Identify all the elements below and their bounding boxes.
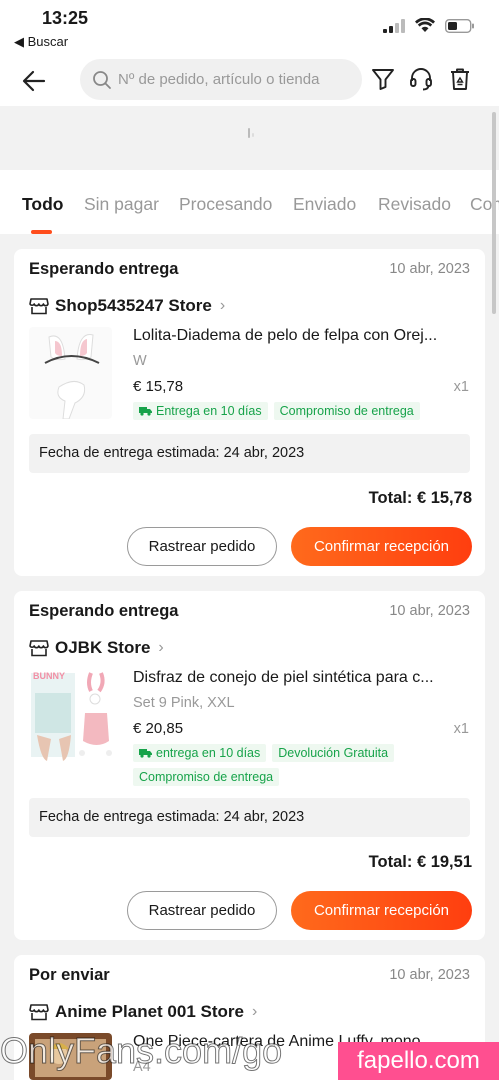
product-thumbnail[interactable] [29, 327, 112, 419]
estimated-delivery: Fecha de entrega estimada: 24 abr, 2023 [29, 798, 470, 837]
order-card[interactable]: Esperando entrega 10 abr, 2023 OJBK Stor… [14, 591, 485, 940]
confirm-receipt-button[interactable]: Confirmar recepción [291, 527, 472, 566]
order-date: 10 abr, 2023 [389, 967, 470, 983]
chevron-right-icon: › [158, 639, 164, 656]
product-variant: Set 9 Pink, XXL [133, 695, 235, 711]
status-icons [383, 18, 475, 33]
delivery-tag: entrega en 10 días [133, 744, 267, 762]
product-quantity: x1 [453, 721, 469, 737]
order-status: Por enviar [29, 966, 110, 984]
store-link[interactable]: Anime Planet 001 Store › [29, 1002, 257, 1022]
tab-revisado[interactable]: Revisado [378, 194, 451, 215]
order-total: Total: € 15,78 [368, 489, 472, 507]
watermark-text: OnlyFans.com/go [0, 1030, 283, 1072]
search-placeholder: Nº de pedido, artículo o tienda [118, 71, 320, 88]
store-name: Shop5435247 Store [55, 296, 212, 315]
scrollbar[interactable] [492, 112, 496, 314]
tab-sin-pagar[interactable]: Sin pagar [84, 194, 159, 215]
store-icon [29, 640, 49, 657]
truck-icon [139, 407, 152, 416]
truck-icon [139, 749, 152, 758]
order-total: Total: € 19,51 [368, 853, 472, 871]
bunny-ears-headband-image [29, 327, 112, 419]
cellular-signal-icon [383, 18, 405, 33]
filter-icon[interactable] [370, 66, 396, 92]
product-quantity: x1 [453, 379, 469, 395]
store-name: OJBK Store [55, 638, 151, 657]
status-bar: 13:25 ◀ Buscar [0, 0, 499, 56]
tab-procesando[interactable]: Procesando [179, 194, 272, 215]
confirm-receipt-button[interactable]: Confirmar recepción [291, 891, 472, 930]
order-card[interactable]: Esperando entrega 10 abr, 2023 Shop54352… [14, 249, 485, 576]
estimated-delivery: Fecha de entrega estimada: 24 abr, 2023 [29, 434, 470, 473]
search-input[interactable]: Nº de pedido, artículo o tienda [80, 59, 362, 100]
order-status: Esperando entrega [29, 602, 179, 620]
product-price: € 20,85 [133, 720, 184, 737]
orders-header: Nº de pedido, artículo o tienda [0, 56, 499, 106]
search-icon [93, 70, 111, 89]
store-link[interactable]: Shop5435247 Store › [29, 296, 225, 316]
track-order-button[interactable]: Rastrear pedido [127, 891, 277, 930]
product-thumbnail[interactable]: BUNNY [29, 669, 112, 761]
free-return-tag: Devolución Gratuita [272, 744, 395, 762]
track-order-button[interactable]: Rastrear pedido [127, 527, 277, 566]
tab-todo[interactable]: Todo [22, 194, 63, 215]
service-tags: entrega en 10 días Devolución Gratuita C… [133, 744, 473, 786]
trash-icon[interactable] [447, 66, 473, 92]
chevron-right-icon: › [219, 297, 226, 314]
thumbnail-brand-text: BUNNY [33, 671, 66, 681]
store-link[interactable]: OJBK Store › [29, 638, 164, 658]
customer-service-icon[interactable] [408, 66, 434, 92]
back-arrow-icon[interactable] [20, 67, 48, 95]
product-name[interactable]: Lolita-Diadema de pelo de felpa con Orej… [133, 327, 473, 345]
pull-to-refresh-area [0, 106, 499, 170]
service-tags: Entrega en 10 días Compromiso de entrega [133, 402, 473, 420]
active-tab-indicator [31, 230, 52, 234]
order-status: Esperando entrega [29, 260, 179, 278]
loading-spinner-icon [248, 128, 254, 138]
bunny-costume-image [29, 669, 112, 761]
tab-enviado[interactable]: Enviado [293, 194, 356, 215]
delivery-tag: Entrega en 10 días [133, 402, 268, 420]
delivery-commitment-tag: Compromiso de entrega [133, 768, 280, 786]
product-variant: W [133, 353, 147, 369]
product-name[interactable]: Disfraz de conejo de piel sintética para… [133, 669, 473, 687]
order-date: 10 abr, 2023 [389, 261, 470, 277]
back-to-app-link[interactable]: ◀ Buscar [14, 34, 68, 50]
delivery-commitment-tag: Compromiso de entrega [273, 402, 420, 420]
store-name: Anime Planet 001 Store [55, 1002, 244, 1021]
wifi-icon [415, 18, 435, 32]
store-icon [29, 298, 49, 315]
status-time: 13:25 [42, 8, 89, 28]
chevron-right-icon: › [251, 1003, 258, 1020]
order-date: 10 abr, 2023 [389, 603, 470, 619]
battery-icon [445, 18, 474, 33]
store-icon [29, 1004, 49, 1021]
product-price: € 15,78 [133, 378, 184, 395]
order-status-tabs: Todo Sin pagar Procesando Enviado Revisa… [0, 170, 499, 234]
watermark-badge: fapello.com [338, 1042, 499, 1080]
